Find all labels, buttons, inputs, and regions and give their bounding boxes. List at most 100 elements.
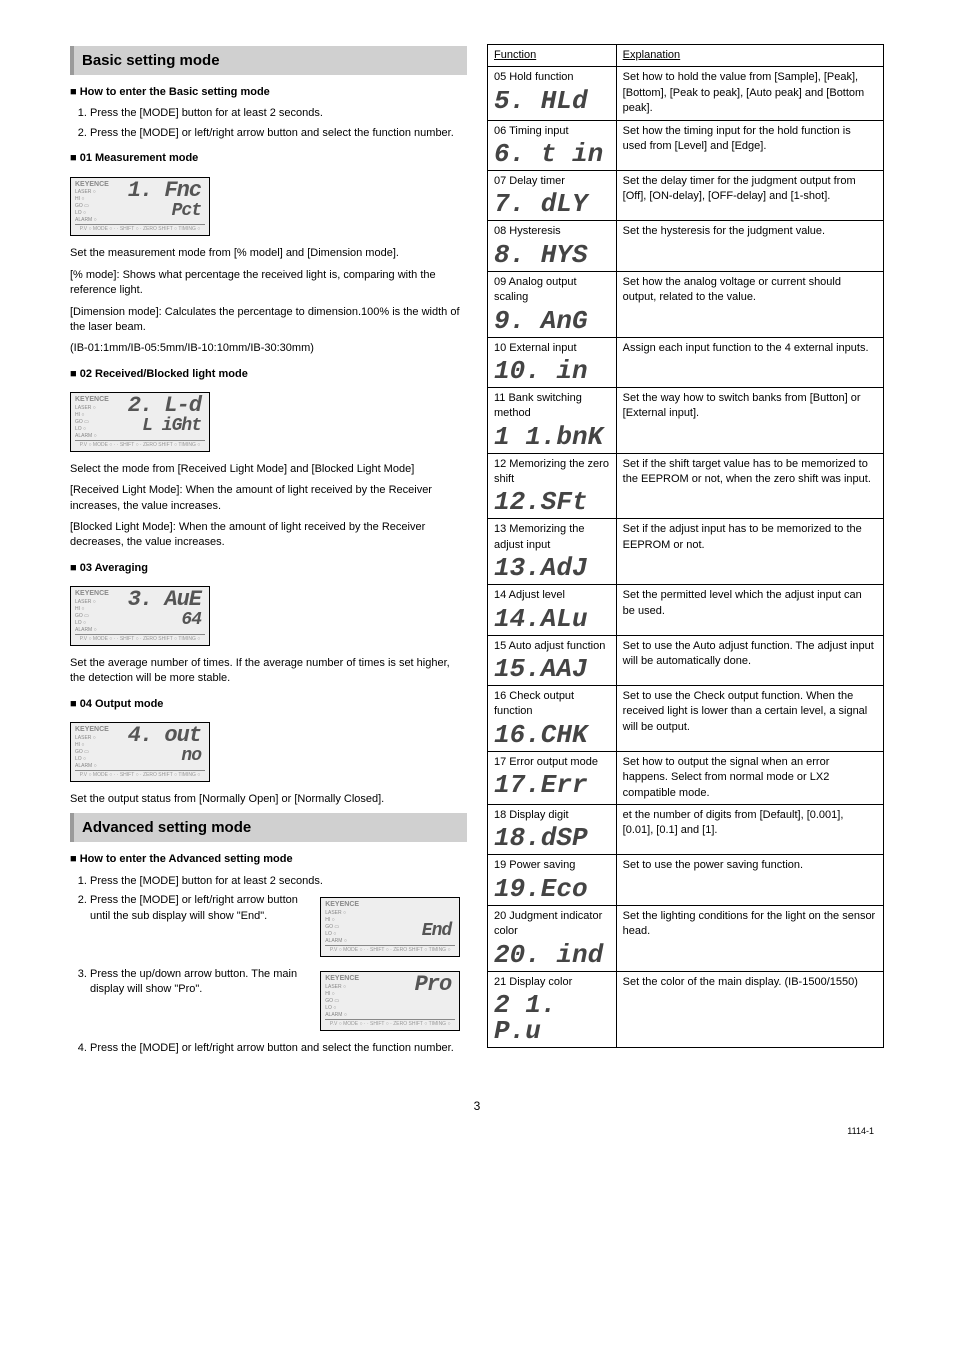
s02-p2: [Received Light Mode]: When the amount o… — [70, 483, 467, 514]
section-02-header: 02 Received/Blocked light mode — [70, 367, 467, 382]
explanation-cell: Set to use the Check output function. Wh… — [616, 686, 883, 752]
adv-step-4: Press the [MODE] or left/right arrow but… — [90, 1041, 467, 1056]
function-seg: 1 1.bnK — [494, 424, 610, 450]
section-04-header: 04 Output mode — [70, 697, 467, 712]
function-seg: 7. dLY — [494, 191, 610, 217]
function-label: 13 Memorizing the adjust input — [494, 522, 610, 553]
function-seg: 16.CHK — [494, 722, 610, 748]
function-label: 09 Analog output scaling — [494, 275, 610, 306]
table-row: 18 Display digit18.dSPet the number of d… — [488, 804, 884, 854]
function-seg: 6. t in — [494, 141, 610, 167]
table-row: 12 Memorizing the zero shift12.SFtSet if… — [488, 453, 884, 519]
panel-03-seg1: 3. AuE — [105, 589, 205, 611]
function-cell: 11 Bank switching method1 1.bnK — [488, 387, 617, 453]
function-label: 19 Power saving — [494, 858, 610, 873]
explanation-cell: Set if the adjust input has to be memori… — [616, 519, 883, 585]
table-row: 21 Display color2 1. P.uSet the color of… — [488, 971, 884, 1047]
function-label: 16 Check output function — [494, 689, 610, 720]
function-cell: 18 Display digit18.dSP — [488, 804, 617, 854]
explanation-cell: Set how the analog voltage or current sh… — [616, 271, 883, 337]
panel-01-seg2: Pct — [105, 202, 205, 220]
explanation-cell: Set the color of the main display. (IB-1… — [616, 971, 883, 1047]
table-row: 10 External input10. inAssign each input… — [488, 337, 884, 387]
function-cell: 17 Error output mode17.Err — [488, 751, 617, 804]
table-row: 15 Auto adjust function 15.AAJSet to use … — [488, 635, 884, 685]
function-table: Function Explanation 05 Hold function 5. … — [487, 44, 884, 1048]
footer-code: 1114-1 — [0, 1125, 954, 1138]
panel-02-seg1: 2. L-d — [105, 395, 205, 417]
explanation-cell: Set the delay timer for the judgment out… — [616, 170, 883, 220]
table-row: 08 Hysteresis8. HYSSet the hysteresis fo… — [488, 221, 884, 271]
function-cell: 06 Timing input 6. t in — [488, 120, 617, 170]
function-label: 05 Hold function — [494, 70, 610, 85]
explanation-cell: Set the permitted level which the adjust… — [616, 585, 883, 635]
explanation-cell: Assign each input function to the 4 exte… — [616, 337, 883, 387]
function-cell: 10 External input10. in — [488, 337, 617, 387]
function-seg: 20. ind — [494, 942, 610, 968]
explanation-cell: Set if the shift target value has to be … — [616, 453, 883, 519]
panel-end: KEYENCELASER ○HI ○GO ▭LO ○ALARM ○ End P.… — [320, 897, 460, 957]
table-header-function: Function — [488, 45, 617, 67]
basic-step-2: Press the [MODE] or left/right arrow but… — [90, 126, 467, 141]
adv-step-2: Press the [MODE] or left/right arrow but… — [90, 893, 467, 961]
function-seg: 8. HYS — [494, 242, 610, 268]
basic-setting-header: Basic setting mode — [70, 46, 467, 75]
explanation-cell: Set how to output the signal when an err… — [616, 751, 883, 804]
table-row: 13 Memorizing the adjust input13.AdJSet … — [488, 519, 884, 585]
panel-pro-seg: Pro — [355, 974, 455, 996]
function-cell: 12 Memorizing the zero shift12.SFt — [488, 453, 617, 519]
adv-step-3: Press the up/down arrow button. The main… — [90, 967, 467, 1035]
panel-04: KEYENCELASER ○HI ○GO ▭LO ○ALARM ○ 4. out… — [70, 722, 210, 782]
function-seg: 2 1. P.u — [494, 992, 610, 1044]
basic-step-1: Press the [MODE] button for at least 2 s… — [90, 106, 467, 121]
function-seg: 9. AnG — [494, 308, 610, 334]
function-cell: 15 Auto adjust function 15.AAJ — [488, 635, 617, 685]
panel-03-seg2: 64 — [105, 611, 205, 629]
s02-p1: Select the mode from [Received Light Mod… — [70, 462, 467, 477]
panel-04-seg2: no — [105, 747, 205, 765]
table-row: 17 Error output mode17.ErrSet how to out… — [488, 751, 884, 804]
explanation-cell: Set how to hold the value from [Sample],… — [616, 67, 883, 120]
function-label: 06 Timing input — [494, 124, 610, 139]
s02-p3: [Blocked Light Mode]: When the amount of… — [70, 520, 467, 551]
table-row: 06 Timing input 6. t inSet how the timing… — [488, 120, 884, 170]
function-seg: 17.Err — [494, 772, 610, 798]
explanation-cell: Set how the timing input for the hold fu… — [616, 120, 883, 170]
panel-03: KEYENCELASER ○HI ○GO ▭LO ○ALARM ○ 3. AuE… — [70, 586, 210, 646]
function-seg: 15.AAJ — [494, 656, 610, 682]
table-row: 16 Check output function16.CHKSet to use… — [488, 686, 884, 752]
function-cell: 16 Check output function16.CHK — [488, 686, 617, 752]
function-cell: 13 Memorizing the adjust input13.AdJ — [488, 519, 617, 585]
function-seg: 13.AdJ — [494, 555, 610, 581]
basic-howto-header: How to enter the Basic setting mode — [70, 85, 467, 100]
s04-p1: Set the output status from [Normally Ope… — [70, 792, 467, 807]
table-row: 07 Delay timer7. dLYSet the delay timer … — [488, 170, 884, 220]
function-label: 15 Auto adjust function — [494, 639, 610, 654]
function-cell: 20 Judgment indicator color20. ind — [488, 905, 617, 971]
function-label: 14 Adjust level — [494, 588, 610, 603]
function-label: 20 Judgment indicator color — [494, 909, 610, 940]
s01-p4: (IB-01:1mm/IB-05:5mm/IB-10:10mm/IB-30:30… — [70, 341, 467, 356]
function-cell: 19 Power saving19.Eco — [488, 855, 617, 905]
function-cell: 21 Display color2 1. P.u — [488, 971, 617, 1047]
explanation-cell: Set the lighting conditions for the ligh… — [616, 905, 883, 971]
function-cell: 07 Delay timer7. dLY — [488, 170, 617, 220]
panel-01-seg1: 1. Fnc — [105, 180, 205, 202]
explanation-cell: Set to use the Auto adjust function. The… — [616, 635, 883, 685]
table-header-explanation: Explanation — [616, 45, 883, 67]
function-seg: 5. HLd — [494, 88, 610, 114]
panel-02: KEYENCELASER ○HI ○GO ▭LO ○ALARM ○ 2. L-d… — [70, 392, 210, 452]
explanation-cell: Set the hysteresis for the judgment valu… — [616, 221, 883, 271]
advanced-howto-header: How to enter the Advanced setting mode — [70, 852, 467, 867]
function-cell: 05 Hold function 5. HLd — [488, 67, 617, 120]
section-03-header: 03 Averaging — [70, 561, 467, 576]
table-row: 14 Adjust level14.ALuSet the permitted l… — [488, 585, 884, 635]
section-01-header: 01 Measurement mode — [70, 151, 467, 166]
adv-step-2-text: Press the [MODE] or left/right arrow but… — [90, 893, 310, 924]
explanation-cell: et the number of digits from [Default], … — [616, 804, 883, 854]
adv-step-1: Press the [MODE] button for at least 2 s… — [90, 874, 467, 889]
panel-pro: KEYENCELASER ○HI ○GO ▭LO ○ALARM ○ Pro P.… — [320, 971, 460, 1031]
function-cell: 14 Adjust level14.ALu — [488, 585, 617, 635]
function-seg: 12.SFt — [494, 489, 610, 515]
panel-02-seg2: L iGht — [105, 417, 205, 435]
